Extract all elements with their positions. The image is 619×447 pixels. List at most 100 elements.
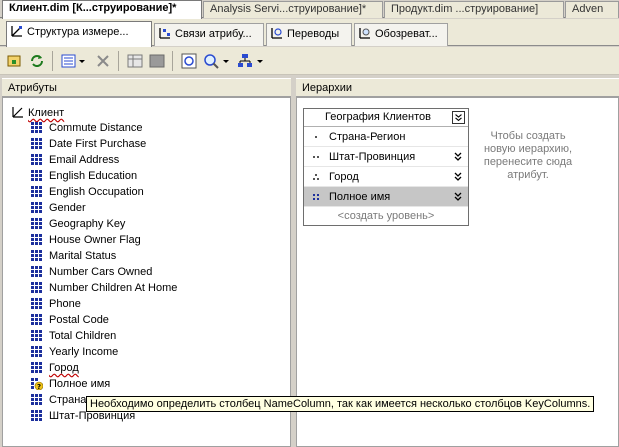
tab-label: Связи атрибу... [175, 28, 252, 40]
chevron-down-icon[interactable] [256, 52, 264, 70]
toolbar-separator [172, 51, 173, 71]
hierarchy-level[interactable]: Полное имя [304, 187, 468, 207]
hierarchy-level[interactable]: Штат-Провинция [304, 147, 468, 167]
attribute-icon [31, 122, 42, 133]
attribute-label: Yearly Income [49, 346, 119, 358]
attribute-label: English Occupation [49, 186, 144, 198]
level3-icon [313, 174, 319, 180]
tab-dimension-structure[interactable]: Структура измере... [6, 21, 152, 47]
dimension-root-node[interactable]: Клиент [11, 105, 64, 120]
attributes-pane-header: Атрибуты [2, 78, 291, 97]
attribute-item[interactable]: Geography Key [31, 216, 177, 232]
attribute-item[interactable]: Yearly Income [31, 344, 177, 360]
attribute-item[interactable]: Marital Status [31, 248, 177, 264]
hierarchy-title[interactable]: География Клиентов [304, 109, 468, 127]
process-icon[interactable] [6, 52, 24, 70]
attribute-icon [31, 410, 42, 421]
refresh-icon[interactable] [28, 52, 46, 70]
tab-translations[interactable]: Переводы [266, 23, 352, 46]
attribute-item[interactable]: Number Children At Home [31, 280, 177, 296]
hierarchy-level-label: Штат-Провинция [329, 151, 416, 163]
attribute-icon [31, 250, 42, 261]
attribute-list: Commute Distance Date First Purchase Email… [31, 120, 177, 424]
delete-icon[interactable] [94, 52, 112, 70]
collapse-icon[interactable] [452, 111, 465, 124]
level1-icon [315, 136, 317, 138]
dimension-icon [12, 107, 23, 118]
zoom-to-fit-icon[interactable] [180, 52, 198, 70]
attribute-icon [31, 346, 42, 357]
tab-label: Обозреват... [375, 28, 438, 40]
attribute-icon [31, 154, 42, 165]
chevron-down-icon[interactable] [78, 52, 86, 70]
hierarchy-level[interactable]: Страна-Регион [304, 127, 468, 147]
tab-attribute-relationships[interactable]: Связи атрибу... [154, 23, 264, 46]
hierarchy-level-label: Город [329, 171, 359, 183]
hide-table-icon[interactable] [148, 52, 166, 70]
attribute-label: Marital Status [49, 250, 117, 262]
attribute-label: Number Children At Home [49, 282, 178, 294]
attribute-item[interactable]: Number Cars Owned [31, 264, 177, 280]
attribute-icon [31, 138, 42, 149]
attribute-relationships-icon [159, 28, 170, 39]
attribute-item[interactable]: English Occupation [31, 184, 177, 200]
designer-toolbar [0, 47, 619, 75]
arrange-icon[interactable] [236, 52, 254, 70]
attribute-item[interactable]: Total Children [31, 328, 177, 344]
attribute-icon [31, 202, 42, 213]
expand-chevron-icon[interactable] [454, 172, 462, 182]
doc-tab-adventure[interactable]: Adven [565, 1, 619, 18]
hierarchies-pane: География Клиентов Страна-Регион Штат-Про… [296, 97, 619, 447]
attributes-pane: Клиент Commute Distance Date First Purcha… [2, 97, 291, 447]
attribute-icon [31, 314, 42, 325]
attribute-label: English Education [49, 170, 138, 182]
expand-chevron-icon[interactable] [454, 192, 462, 202]
attribute-label: Страна [49, 394, 87, 406]
attribute-item[interactable]: Email Address [31, 152, 177, 168]
attribute-icon [31, 186, 42, 197]
zoom-icon[interactable] [202, 52, 220, 70]
attribute-item[interactable]: English Education [31, 168, 177, 184]
doc-tab-analysis-services[interactable]: Analysis Servi...струирование]* [203, 1, 383, 18]
tab-browser[interactable]: Обозреват... [354, 23, 448, 46]
attribute-label: Total Children [49, 330, 117, 342]
designer-tab-strip: Структура измере... Связи атрибу... Пере… [0, 19, 619, 47]
attribute-item[interactable]: Город [31, 360, 177, 376]
tab-label: Структура измере... [27, 26, 129, 38]
dimension-structure-icon [11, 26, 22, 37]
svg-text:?: ? [37, 383, 41, 390]
doc-tab-product[interactable]: Продукт.dim ...струирование] [384, 1, 564, 18]
attribute-item[interactable]: ? Полное имя [31, 376, 177, 392]
doc-tab-customer[interactable]: Клиент.dim [К...струирование]* [2, 0, 202, 19]
attribute-label: Geography Key [49, 218, 126, 230]
attribute-item[interactable]: Postal Code [31, 312, 177, 328]
attribute-icon [31, 394, 42, 405]
attribute-item[interactable]: Date First Purchase [31, 136, 177, 152]
view-options-icon[interactable] [60, 52, 78, 70]
hierarchy-card[interactable]: География Клиентов Страна-Регион Штат-Про… [303, 108, 469, 226]
attribute-item[interactable]: Commute Distance [31, 120, 177, 136]
attribute-item[interactable]: Gender [31, 200, 177, 216]
attribute-item[interactable]: Phone [31, 296, 177, 312]
hierarchies-pane-header: Иерархии [296, 78, 619, 97]
browser-icon [359, 28, 370, 39]
attribute-icon [31, 266, 42, 277]
warning-icon: ? [31, 378, 43, 390]
attribute-item[interactable]: House Owner Flag [31, 232, 177, 248]
attribute-label: Gender [49, 202, 86, 214]
attribute-label: Город [49, 362, 79, 374]
attribute-label: Postal Code [49, 314, 109, 326]
toolbar-separator [52, 51, 53, 71]
attribute-label: Date First Purchase [49, 138, 147, 150]
attribute-icon [31, 298, 42, 309]
expand-chevron-icon[interactable] [454, 152, 462, 162]
tab-label: Переводы [287, 28, 340, 40]
chevron-down-icon[interactable] [222, 52, 230, 70]
attribute-label: Phone [49, 298, 81, 310]
show-table-icon[interactable] [126, 52, 144, 70]
create-level-placeholder[interactable]: <создать уровень> [304, 207, 468, 225]
toolbar-separator [118, 51, 119, 71]
attributes-header-label: Атрибуты [8, 82, 57, 94]
document-tab-strip: Клиент.dim [К...струирование]* Analysis … [0, 0, 619, 19]
hierarchy-level[interactable]: Город [304, 167, 468, 187]
